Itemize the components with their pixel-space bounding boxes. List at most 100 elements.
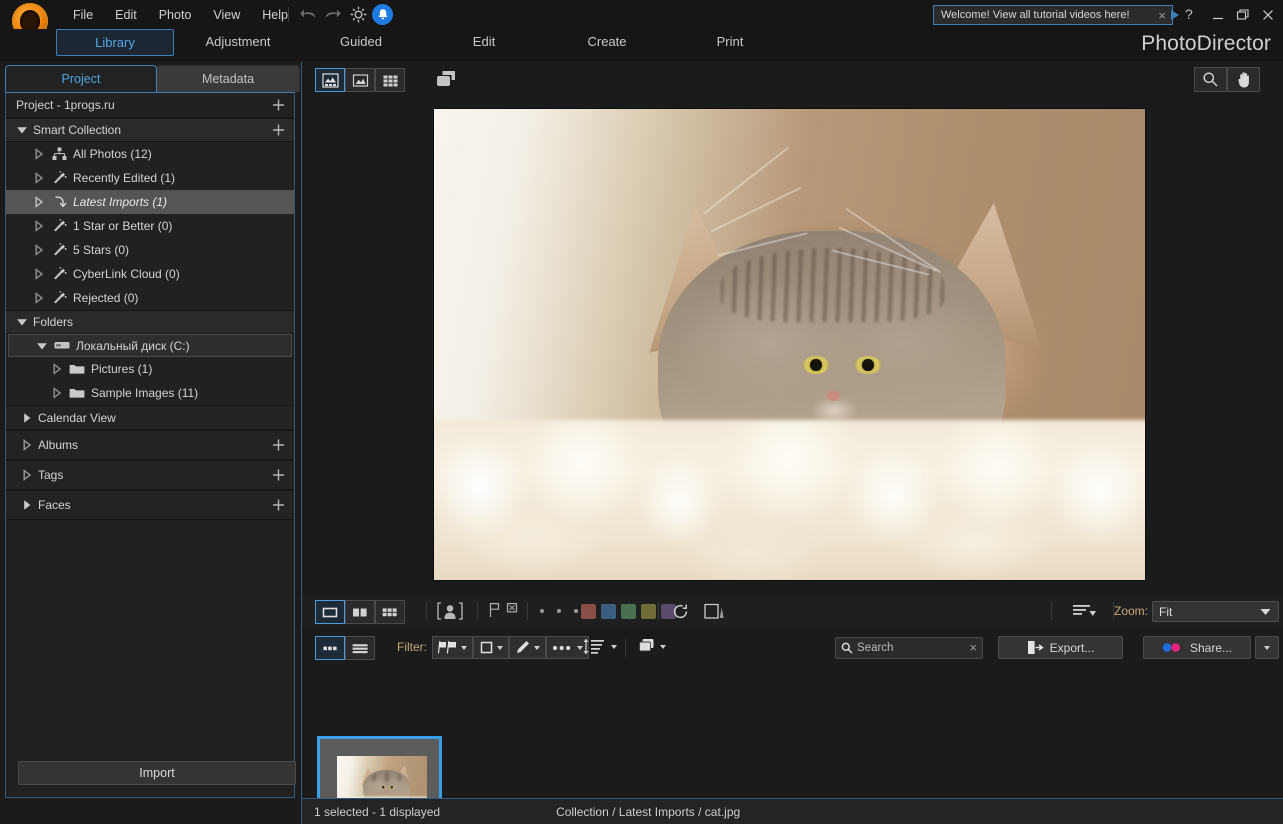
chevron-down-icon[interactable]	[15, 123, 29, 137]
list-view-button[interactable]	[345, 636, 375, 660]
chevron-right-icon[interactable]	[20, 438, 34, 452]
menu-file[interactable]: File	[62, 4, 104, 26]
flag-filter-button[interactable]	[432, 636, 473, 659]
compare-icon[interactable]	[435, 69, 457, 89]
tab-create[interactable]: Create	[549, 29, 665, 56]
pan-hand-icon[interactable]	[1227, 67, 1260, 92]
color-label-red[interactable]	[581, 604, 596, 619]
rating-filter-button[interactable]	[473, 636, 509, 659]
tab-edit[interactable]: Edit	[426, 29, 542, 56]
color-label-yellow[interactable]	[641, 604, 656, 619]
section-faces[interactable]: Faces	[6, 490, 294, 520]
plus-icon[interactable]	[272, 99, 285, 112]
tree-item-sample-images[interactable]: Sample Images (11)	[6, 381, 294, 405]
crop-compare-icon[interactable]	[704, 603, 725, 620]
plus-icon[interactable]	[272, 469, 285, 482]
color-label-green[interactable]	[621, 604, 636, 619]
section-albums[interactable]: Albums	[6, 430, 294, 460]
section-folders[interactable]: Folders	[6, 310, 294, 334]
tab-guided[interactable]: Guided	[303, 29, 419, 56]
tutorial-banner[interactable]: Welcome! View all tutorial videos here! …	[933, 5, 1179, 25]
flag-pick-icon[interactable]	[488, 601, 502, 618]
help-question-icon[interactable]: ?	[1185, 6, 1193, 22]
section-tags[interactable]: Tags	[6, 460, 294, 490]
search-input[interactable]: Search ×	[835, 637, 983, 659]
chevron-right-icon[interactable]	[32, 195, 46, 209]
tree-item-1-star-or-better[interactable]: 1 Star or Better (0)	[6, 214, 294, 238]
tree-item-recently-edited[interactable]: Recently Edited (1)	[6, 166, 294, 190]
share-dropdown-button[interactable]	[1255, 636, 1279, 659]
plus-icon[interactable]	[272, 124, 285, 137]
rating-dot[interactable]	[574, 609, 578, 613]
sort-order-button[interactable]	[582, 638, 617, 655]
stack-button[interactable]	[637, 638, 666, 655]
sort-list-icon[interactable]	[1073, 604, 1098, 618]
chevron-right-icon[interactable]	[50, 386, 64, 400]
tree-item-rejected[interactable]: Rejected (0)	[6, 286, 294, 310]
import-button[interactable]: Import	[18, 761, 296, 785]
tree-item-latest-imports[interactable]: Latest Imports (1)	[6, 190, 294, 214]
chevron-right-icon[interactable]	[32, 243, 46, 257]
menu-photo[interactable]: Photo	[148, 4, 203, 26]
plus-icon[interactable]	[272, 439, 285, 452]
section-smart-collection[interactable]: Smart Collection	[6, 118, 294, 142]
close-icon[interactable]	[1260, 7, 1276, 23]
tab-library[interactable]: Library	[56, 29, 174, 56]
menu-view[interactable]: View	[202, 4, 251, 26]
minimize-icon[interactable]	[1210, 7, 1226, 23]
share-button[interactable]: Share...	[1143, 636, 1251, 659]
notification-bell-icon[interactable]	[372, 4, 393, 25]
flag-reject-icon[interactable]	[505, 601, 519, 618]
section-calendar-view[interactable]: Calendar View	[6, 405, 294, 430]
thumbnail-view-button[interactable]	[315, 636, 345, 660]
search-clear-icon[interactable]: ×	[969, 640, 977, 655]
chevron-right-icon[interactable]	[32, 171, 46, 185]
chevron-down-icon[interactable]	[1260, 608, 1271, 616]
chevron-down-icon[interactable]	[534, 645, 540, 650]
layout-grid[interactable]	[375, 600, 405, 624]
rotate-icon[interactable]	[671, 602, 690, 621]
rating-dot[interactable]	[540, 609, 544, 613]
viewer-mode-photo[interactable]	[315, 68, 345, 92]
tree-item-local-disk[interactable]: Локальный диск (C:)	[8, 334, 292, 357]
zoom-magnifier-icon[interactable]	[1194, 67, 1227, 92]
color-label-blue[interactable]	[601, 604, 616, 619]
panel-tab-project[interactable]: Project	[5, 65, 157, 92]
chevron-right-icon[interactable]	[32, 219, 46, 233]
project-header[interactable]: Project - 1progs.ru	[6, 93, 294, 118]
main-photo[interactable]	[433, 108, 1146, 581]
zoom-select[interactable]: Fit	[1152, 601, 1279, 622]
layout-one-up[interactable]	[315, 600, 345, 624]
tutorial-banner-close-icon[interactable]: ×	[1158, 9, 1166, 22]
rating-dot[interactable]	[557, 609, 561, 613]
gear-icon[interactable]	[349, 5, 368, 24]
tab-print[interactable]: Print	[672, 29, 788, 56]
tab-adjustment[interactable]: Adjustment	[180, 29, 296, 56]
chevron-down-icon[interactable]	[35, 339, 49, 353]
tree-item-all-photos[interactable]: All Photos (12)	[6, 142, 294, 166]
plus-icon[interactable]	[272, 499, 285, 512]
face-tag-icon[interactable]	[436, 601, 464, 621]
menu-edit[interactable]: Edit	[104, 4, 148, 26]
chevron-right-icon[interactable]	[32, 291, 46, 305]
chevron-right-icon[interactable]	[20, 468, 34, 482]
chevron-down-icon[interactable]	[1264, 645, 1270, 650]
chevron-down-icon[interactable]	[660, 644, 666, 649]
panel-tab-metadata[interactable]: Metadata	[156, 65, 300, 92]
redo-icon[interactable]	[323, 5, 342, 24]
chevron-right-icon[interactable]	[20, 498, 34, 512]
restore-icon[interactable]	[1235, 7, 1251, 23]
tree-item-cyberlink-cloud[interactable]: CyberLink Cloud (0)	[6, 262, 294, 286]
menu-help[interactable]: Help	[251, 4, 299, 26]
tree-item-pictures[interactable]: Pictures (1)	[6, 357, 294, 381]
chevron-right-icon[interactable]	[20, 411, 34, 425]
chevron-right-icon[interactable]	[32, 147, 46, 161]
undo-icon[interactable]	[299, 5, 318, 24]
viewer-mode-grid[interactable]	[375, 68, 405, 92]
chevron-down-icon[interactable]	[15, 315, 29, 329]
tree-item-5-stars[interactable]: 5 Stars (0)	[6, 238, 294, 262]
export-button[interactable]: Export...	[998, 636, 1123, 659]
chevron-down-icon[interactable]	[461, 645, 467, 650]
chevron-down-icon[interactable]	[497, 645, 503, 650]
chevron-right-icon[interactable]	[50, 362, 64, 376]
